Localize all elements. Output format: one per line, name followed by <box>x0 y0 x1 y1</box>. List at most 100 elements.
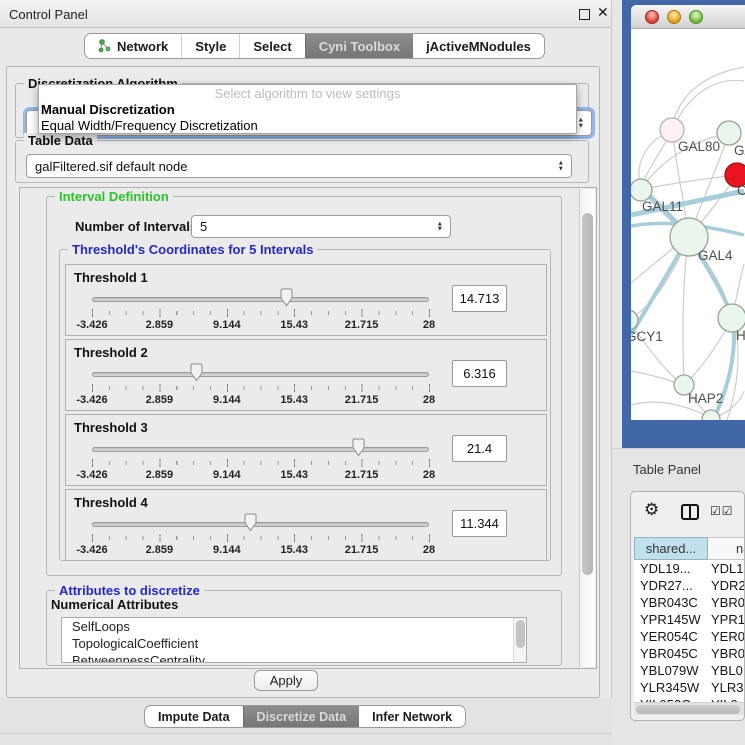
table-row[interactable]: YDL19... YDL1 <box>634 560 745 577</box>
close-icon[interactable]: ✕ <box>597 5 609 21</box>
table-row[interactable]: YDR27... YDR2 <box>634 577 745 594</box>
slider-thumb[interactable] <box>189 363 204 382</box>
checkbox-icons[interactable]: ☑☑ <box>710 504 734 518</box>
tab-network-label: Network <box>117 39 168 54</box>
tab-discretize-data[interactable]: Discretize Data <box>243 706 360 727</box>
network-window-titlebar[interactable] <box>631 5 745 29</box>
threshold-value-field[interactable]: 14.713 <box>452 285 507 312</box>
number-of-intervals-value: 5 <box>200 219 207 234</box>
slider-track[interactable] <box>92 297 429 302</box>
slider-track[interactable] <box>92 522 429 527</box>
node-label: GA <box>734 143 745 158</box>
group-title: Interval Definition <box>55 189 173 204</box>
stepper-icon[interactable]: ▲▼ <box>558 161 564 172</box>
slider-minor-ticks <box>92 386 430 390</box>
dropdown-option-manual[interactable]: Manual Discretization <box>39 102 576 118</box>
table-data-select[interactable]: galFiltered.sif default node ▲▼ <box>26 154 572 178</box>
network-graph[interactable]: GAL80 GA C GAL11 GAL4 GCY1 H HAP2 <box>631 29 745 420</box>
thresholds-group: Threshold's Coordinates for 5 Intervals … <box>59 249 551 561</box>
threshold-label: Threshold 1 <box>74 270 148 285</box>
stepper-icon[interactable]: ▲▼ <box>437 221 443 232</box>
control-panel-titlebar: Control Panel ✕ <box>0 0 611 28</box>
number-of-intervals-select[interactable]: 5 ▲▼ <box>191 215 451 238</box>
slider-track[interactable] <box>92 447 429 452</box>
cyni-toolbox-panel: Discretization Algorithm ▲▼ Table Data g… <box>6 66 600 698</box>
tab-infer-network[interactable]: Infer Network <box>359 706 465 727</box>
gear-icon[interactable]: ⚙ <box>644 500 659 520</box>
slider-track[interactable] <box>92 372 429 377</box>
node-label: GAL4 <box>698 248 733 263</box>
split-view-icon[interactable] <box>681 504 699 520</box>
table-panel-title: Table Panel <box>633 462 701 477</box>
minimize-traffic-light-icon[interactable] <box>667 10 681 24</box>
close-traffic-light-icon[interactable] <box>645 10 659 24</box>
dropdown-option-equal-width[interactable]: Equal Width/Frequency Discretization <box>39 118 576 134</box>
list-scrollbar[interactable] <box>513 618 526 662</box>
tab-jactivemnodules[interactable]: jActiveMNodules <box>413 34 544 58</box>
table-row[interactable]: YER054C YER0 <box>634 628 745 645</box>
node-label: GCY1 <box>631 329 663 344</box>
network-view-window[interactable]: GAL80 GA C GAL11 GAL4 GCY1 H HAP2 <box>622 0 745 448</box>
tab-select[interactable]: Select <box>239 34 304 58</box>
table-row[interactable]: YBR045C YBR0 <box>634 645 745 662</box>
threshold-value-field[interactable]: 11.344 <box>452 510 507 537</box>
network-icon <box>98 39 111 53</box>
slider-thumb[interactable] <box>279 288 294 307</box>
slider-minor-ticks <box>92 311 430 315</box>
algorithm-dropdown-popup: Select algorithm to view settings Manual… <box>38 84 577 134</box>
tab-style[interactable]: Style <box>181 34 239 58</box>
node-label: GAL11 <box>642 199 683 214</box>
scrollbar-thumb[interactable] <box>582 213 593 575</box>
network-node[interactable] <box>717 121 741 145</box>
numerical-attributes-list[interactable]: SelfLoopsTopologicalCoefficientBetweenne… <box>61 617 527 663</box>
horizontal-scrollbar[interactable] <box>634 702 745 715</box>
numerical-attributes-label: Numerical Attributes <box>51 597 178 612</box>
divider <box>0 733 612 734</box>
zoom-traffic-light-icon[interactable] <box>689 10 703 24</box>
slider-thumb[interactable] <box>351 438 366 457</box>
table-header: shared... na <box>634 537 745 560</box>
node-label: HAP2 <box>688 391 723 406</box>
float-window-icon[interactable] <box>579 9 590 20</box>
interval-definition-group: Interval Definition Number of Intervals … <box>46 196 562 576</box>
apply-button[interactable]: Apply <box>254 670 318 691</box>
threshold-panel: Threshold 3 -3.4262.8599.14415.4321.7152… <box>65 414 547 486</box>
vertical-scrollbar[interactable] <box>579 189 595 667</box>
control-panel-window: Control Panel ✕ Network Style Select Cyn… <box>0 0 612 745</box>
dropdown-prompt: Select algorithm to view settings <box>39 85 576 102</box>
slider-tick-labels: -3.4262.8599.14415.4321.71528 <box>92 544 429 557</box>
column-header-name[interactable]: na <box>708 537 745 560</box>
stepper-icon[interactable]: ▲▼ <box>578 118 584 129</box>
tab-network[interactable]: Network <box>85 34 181 58</box>
table-row[interactable]: YLR345W YLR3 <box>634 679 745 696</box>
threshold-value-field[interactable]: 6.316 <box>452 360 507 387</box>
group-title: Attributes to discretize <box>55 583 204 598</box>
column-header-shared[interactable]: shared... <box>634 537 708 560</box>
node-label: C <box>737 183 745 198</box>
slider-minor-ticks <box>92 536 430 540</box>
list-item[interactable]: TopologicalCoefficient <box>62 635 526 652</box>
attributes-group: Attributes to discretize Numerical Attri… <box>46 590 562 666</box>
tab-impute-data[interactable]: Impute Data <box>145 706 243 727</box>
tab-cyni-toolbox[interactable]: Cyni Toolbox <box>305 34 413 58</box>
scrollbar-thumb[interactable] <box>516 620 525 648</box>
top-tab-bar: Network Style Select Cyni Toolbox jActiv… <box>84 33 545 59</box>
scrollbar-thumb[interactable] <box>636 705 740 714</box>
window-title: Control Panel <box>9 7 88 22</box>
list-item[interactable]: BetweennessCentrality <box>62 652 526 663</box>
table-row[interactable]: YBL079W YBL0 <box>634 662 745 679</box>
threshold-value-field[interactable]: 21.4 <box>452 435 507 462</box>
table-panel-box: ⚙ ☑☑ shared... na YDL19... YDL1 YDR27...… <box>630 491 745 721</box>
network-canvas[interactable]: GAL80 GA C GAL11 GAL4 GCY1 H HAP2 <box>631 29 745 420</box>
network-node[interactable] <box>631 179 652 201</box>
slider-thumb[interactable] <box>243 513 258 532</box>
table-row[interactable]: YBR043C YBR0 <box>634 594 745 611</box>
threshold-panel: Threshold 4 -3.4262.8599.14415.4321.7152… <box>65 489 547 561</box>
threshold-label: Threshold 4 <box>74 495 148 510</box>
table-data-value: galFiltered.sif default node <box>35 159 187 174</box>
table-row[interactable]: YPR145W YPR1 <box>634 611 745 628</box>
threshold-label: Threshold 3 <box>74 420 148 435</box>
settings-scroll-area: Interval Definition Number of Intervals … <box>19 187 597 669</box>
bottom-tab-bar: Impute Data Discretize Data Infer Networ… <box>144 705 466 728</box>
list-item[interactable]: SelfLoops <box>62 618 526 635</box>
